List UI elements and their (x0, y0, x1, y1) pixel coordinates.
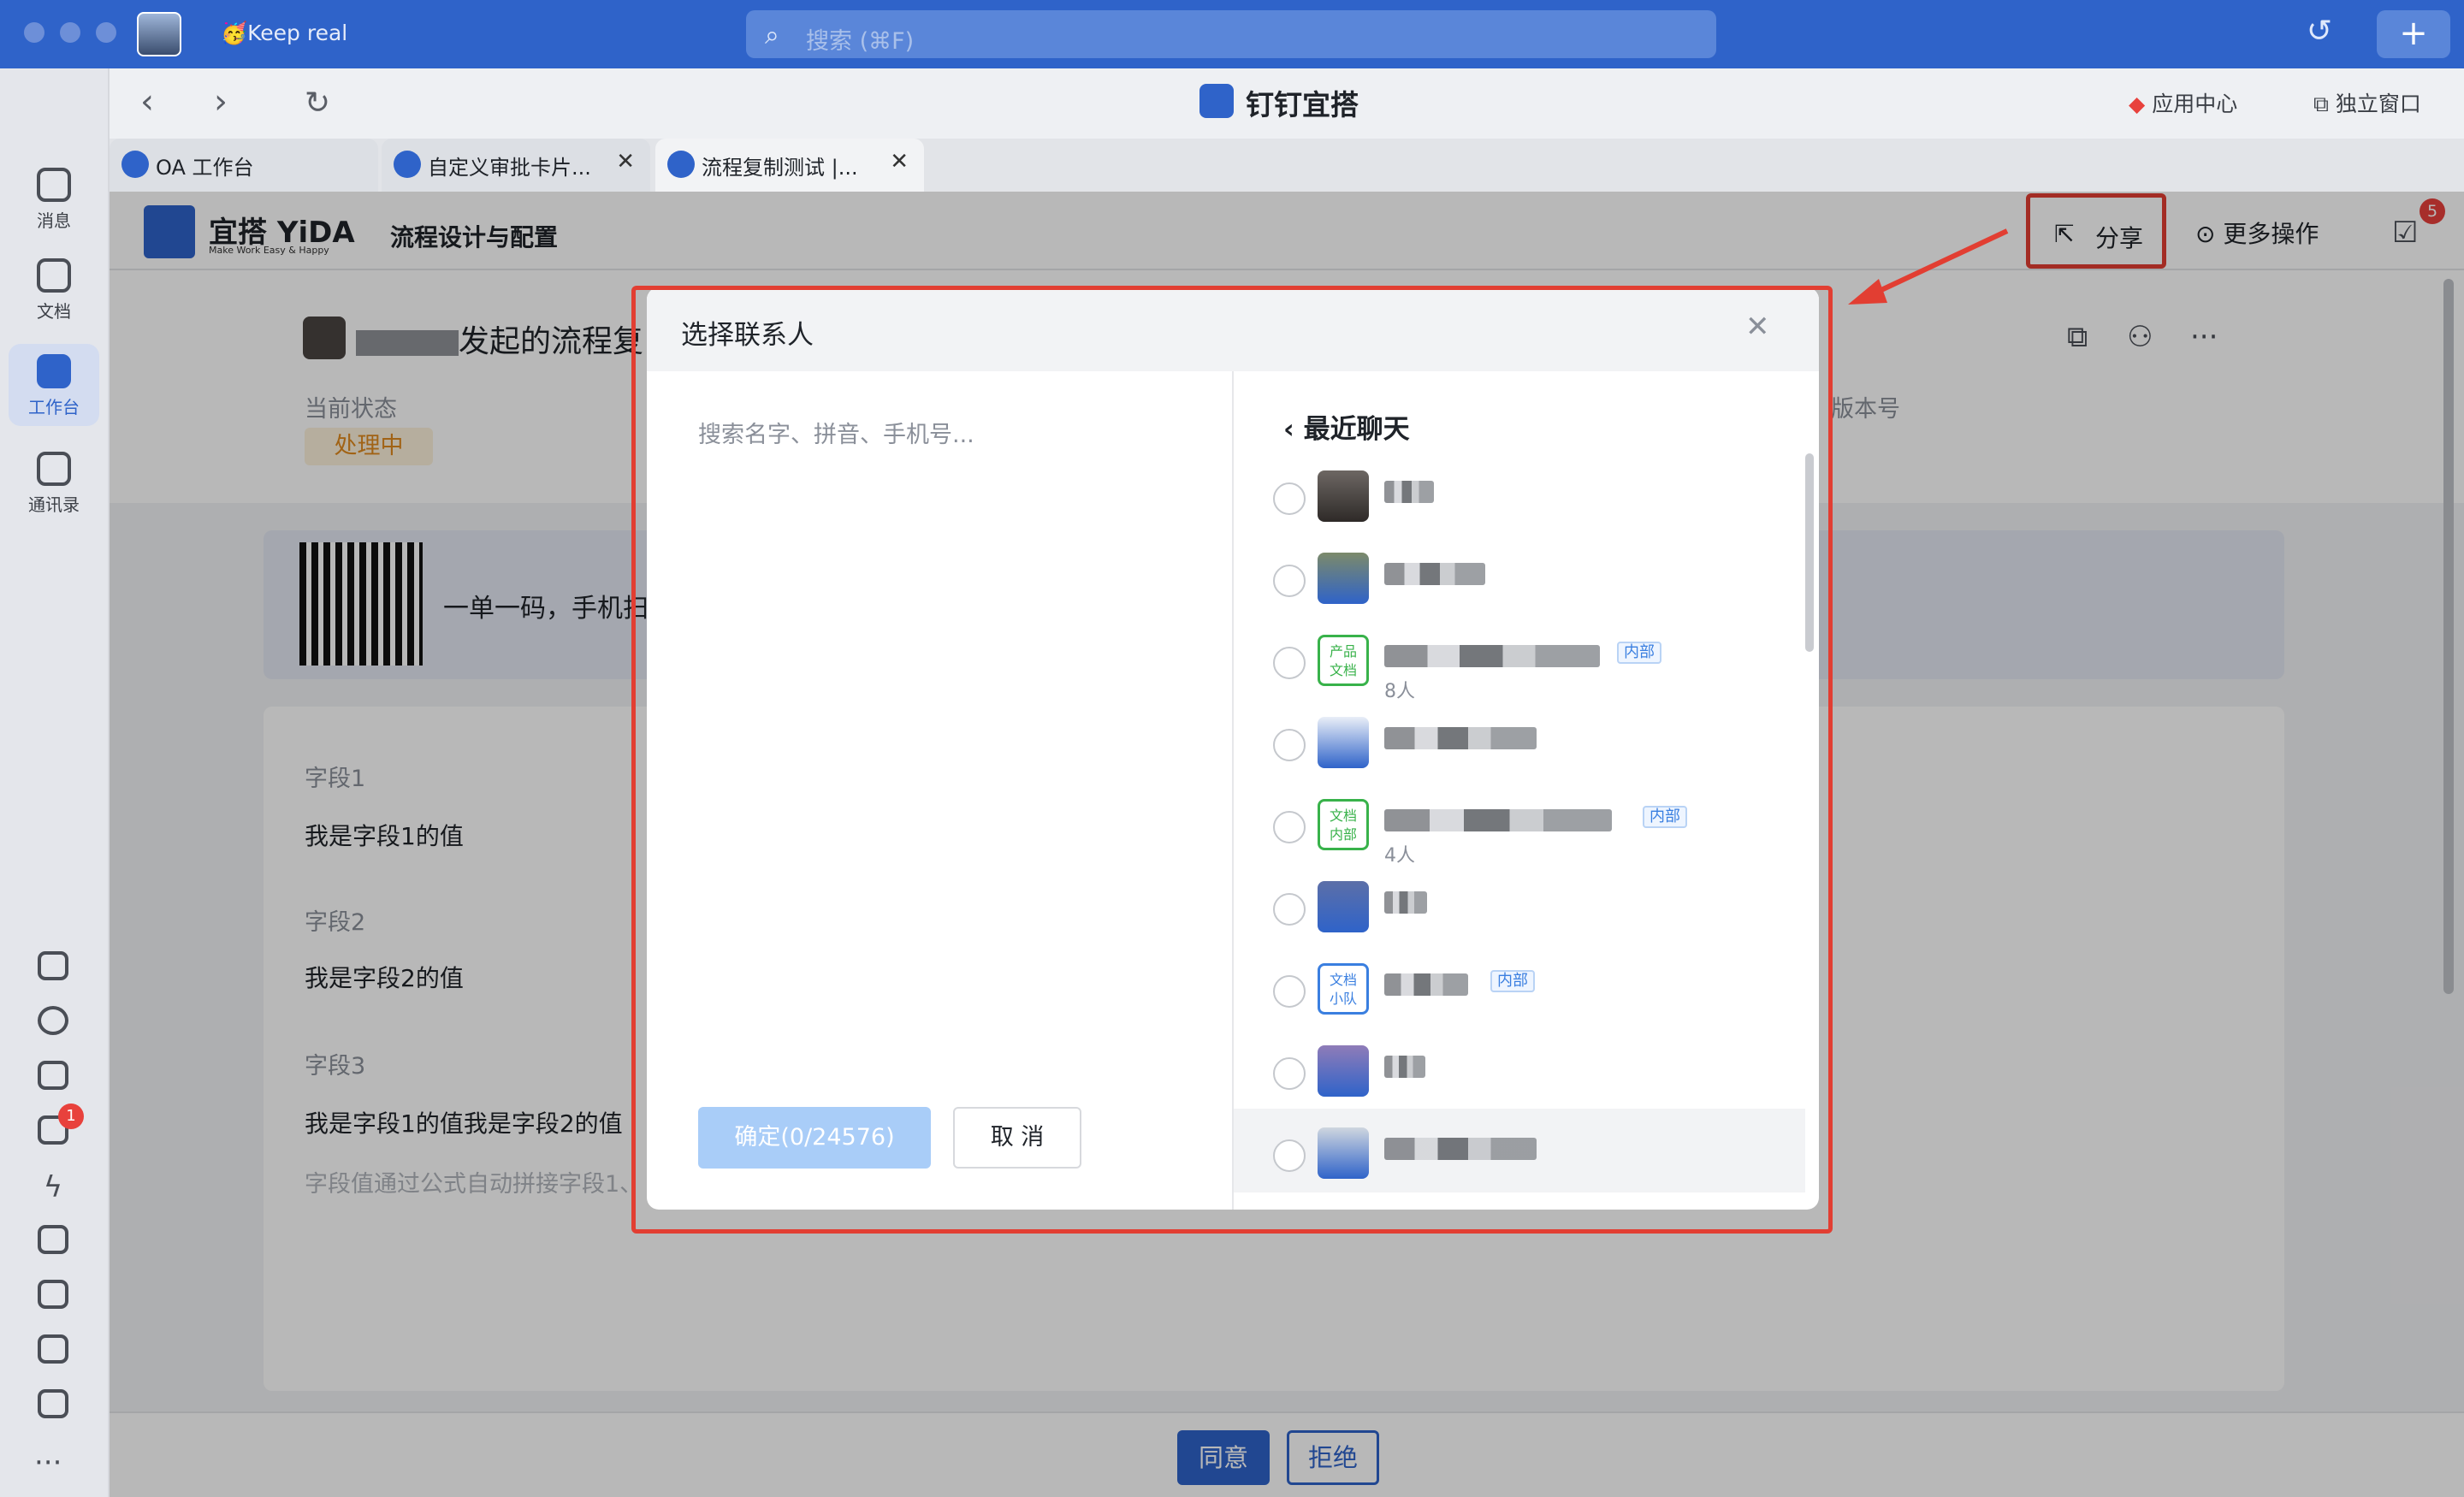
document-icon (37, 258, 71, 293)
sidebar-item-label: 文档 (37, 301, 71, 322)
global-search-input[interactable]: ⌕ 搜索 (⌘F) (746, 10, 1716, 58)
app-icon (394, 151, 421, 178)
tab-oa-workbench[interactable]: OA 工作台 (110, 139, 378, 192)
app-center-button[interactable]: ◆ 应用中心 (2129, 87, 2237, 118)
window-minimize-button[interactable] (60, 22, 80, 43)
app-center-label: 应用中心 (2152, 92, 2238, 116)
status-text[interactable]: 🥳Keep real (221, 21, 347, 46)
standalone-window-button[interactable]: ⧉ 独立窗口 (2313, 87, 2421, 118)
notes-icon[interactable] (38, 1280, 68, 1309)
back-icon[interactable]: ‹ (140, 82, 154, 121)
sidebar-item-docs[interactable]: 文档 (9, 258, 99, 330)
tab-label: OA 工作台 (156, 156, 254, 180)
book-icon[interactable] (38, 1389, 68, 1418)
close-icon[interactable]: ✕ (890, 149, 909, 175)
search-placeholder: 搜索 (⌘F) (806, 28, 915, 55)
lightning-icon[interactable]: ϟ (38, 1170, 68, 1204)
window-close-button[interactable] (24, 22, 44, 43)
todo-badge: 1 (58, 1104, 84, 1129)
history-icon[interactable]: ↺ (2307, 14, 2332, 49)
sidebar-item-messages[interactable]: 消息 (9, 168, 99, 240)
add-button[interactable]: + (2377, 10, 2450, 58)
sidebar-item-workbench[interactable]: 工作台 (9, 344, 99, 426)
forward-icon[interactable]: › (214, 82, 228, 121)
more-icon[interactable]: ··· (34, 1446, 62, 1480)
monitor-icon[interactable] (38, 1334, 68, 1364)
avatar[interactable] (137, 12, 181, 56)
sidebar-item-label: 消息 (37, 210, 71, 231)
app-title[interactable]: 钉钉宜搭 (1246, 82, 1359, 123)
cloud-icon[interactable] (38, 1006, 68, 1035)
refresh-icon[interactable]: ↻ (305, 86, 330, 121)
contacts-icon (37, 452, 71, 486)
window-zoom-button[interactable] (96, 22, 116, 43)
tab-process-copy-test[interactable]: 流程复制测试 |... ✕ (655, 139, 924, 192)
app-center-icon: ◆ (2129, 92, 2146, 116)
sidebar-item-label: 通讯录 (28, 494, 80, 515)
app-icon (667, 151, 695, 178)
standalone-window-label: 独立窗口 (2335, 92, 2421, 116)
tab-label: 自定义审批卡片... (428, 156, 591, 180)
tab-label: 流程复制测试 |... (702, 156, 858, 180)
status-label: Keep real (247, 21, 348, 45)
calendar-icon[interactable] (38, 1061, 68, 1090)
sidebar-item-label: 工作台 (28, 397, 80, 417)
external-window-icon: ⧉ (2313, 92, 2329, 116)
search-icon: ⌕ (765, 21, 779, 50)
highlight-frame (631, 286, 1833, 1234)
message-icon (37, 168, 71, 202)
close-icon[interactable]: ✕ (616, 149, 635, 175)
phone-icon[interactable] (38, 951, 68, 980)
grid-icon (37, 354, 71, 388)
tab-custom-approval[interactable]: 自定义审批卡片... ✕ (382, 139, 650, 192)
yida-logo-icon (1199, 84, 1234, 118)
yida-logo-icon (121, 151, 149, 178)
mail-icon[interactable] (38, 1225, 68, 1254)
page-scrollbar[interactable] (2443, 279, 2454, 994)
sidebar-item-contacts[interactable]: 通讯录 (9, 452, 99, 524)
